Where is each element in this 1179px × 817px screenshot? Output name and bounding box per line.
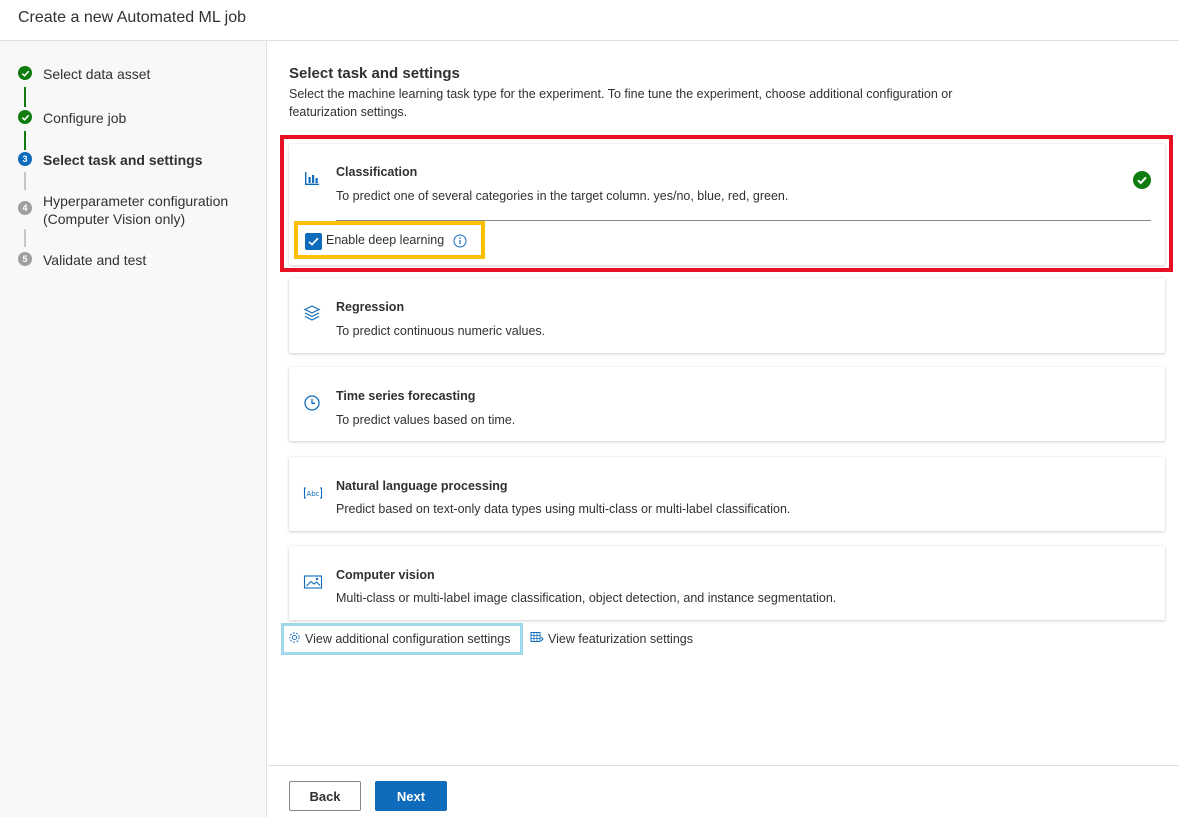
step-label: Select task and settings [43,152,203,168]
step-connector [24,172,26,190]
step-number-badge: 4 [18,201,32,215]
deep-learning-highlight-box [294,221,485,259]
svg-text:Abc: Abc [306,490,319,498]
step-label: Select data asset [43,66,151,82]
page-title: Create a new Automated ML job [18,9,246,26]
task-card-time-series-forecasting[interactable]: Time series forecasting To predict value… [289,367,1165,441]
step-label: Hyperparameter configuration [43,193,229,209]
page-header: Create a new Automated ML job [0,0,1179,41]
step-number-badge: 3 [18,152,32,166]
text-abc-icon: Abc [303,485,323,505]
step-sublabel: (Computer Vision only) [43,211,186,227]
check-icon [18,66,32,80]
link-label: View featurization settings [548,632,693,646]
layers-icon [303,304,323,324]
wizard-sidebar: Select data asset Configure job 3 Select… [0,41,267,817]
additional-config-highlight-box [281,623,523,655]
card-title: Regression [336,300,405,314]
back-button[interactable]: Back [289,781,361,811]
card-title: Time series forecasting [336,389,476,403]
card-description: To predict continuous numeric values. [336,324,546,338]
next-button[interactable]: Next [375,781,447,811]
image-icon [303,574,323,594]
card-title: Computer vision [336,568,435,582]
step-connector [24,131,26,150]
footer-bar: Back Next [268,765,1179,817]
section-description: Select the machine learning task type fo… [289,87,953,119]
featurization-icon [530,631,544,647]
task-card-computer-vision[interactable]: Computer vision Multi-class or multi-lab… [289,546,1165,620]
clock-icon [303,394,323,414]
section-title: Select task and settings [289,65,460,82]
task-card-natural-language-processing[interactable]: Abc Natural language processing Predict … [289,457,1165,531]
card-description: Multi-class or multi-label image classif… [336,591,837,605]
step-label: Configure job [43,110,127,126]
step-connector [24,229,26,247]
check-icon [18,110,32,124]
task-card-regression[interactable]: Regression To predict continuous numeric… [289,278,1165,353]
card-description: Predict based on text-only data types us… [336,502,791,516]
step-label: Validate and test [43,252,147,268]
card-description: To predict values based on time. [336,413,516,427]
view-featurization-settings-link[interactable]: View featurization settings [530,631,693,647]
card-title: Natural language processing [336,479,508,493]
step-number-badge: 5 [18,252,32,266]
step-connector [24,87,26,107]
